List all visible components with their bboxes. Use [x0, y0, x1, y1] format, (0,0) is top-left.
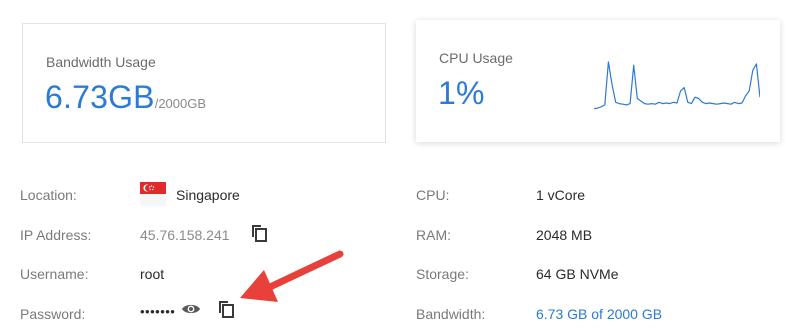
bandwidth-used: 6.73GB [45, 79, 155, 115]
ram-value: 2048 MB [536, 227, 593, 243]
username-value: root [140, 266, 165, 282]
bandwidth-label: Bandwidth: [416, 306, 486, 322]
bandwidth-limit: /2000GB [154, 96, 207, 111]
bandwidth-usage-title: Bandwidth Usage [46, 54, 156, 70]
bandwidth-usage-card: Bandwidth Usage 6.73GB/2000GB [22, 23, 386, 143]
username-label: Username: [20, 266, 89, 282]
password-label: Password: [20, 306, 86, 322]
location-value: Singapore [176, 187, 240, 203]
storage-label: Storage: [416, 266, 469, 282]
cpu-usage-sparkline [594, 61, 760, 110]
cpu-usage-title: CPU Usage [439, 50, 513, 66]
cpu-usage-card: CPU Usage 1% [416, 20, 780, 142]
location-label: Location: [20, 187, 77, 203]
bandwidth-value-link[interactable]: 6.73 GB of 2000 GB [536, 306, 662, 322]
annotation-arrow-icon [240, 250, 344, 302]
bandwidth-usage-value: 6.73GB/2000GB [45, 79, 206, 116]
copy-icon[interactable] [217, 299, 235, 319]
password-value: ••••••• [140, 304, 176, 319]
ram-label: RAM: [416, 227, 451, 243]
cpu-usage-series-line [594, 61, 760, 110]
cpu-label: CPU: [416, 187, 450, 203]
ip-address-label: IP Address: [20, 227, 92, 243]
storage-value: 64 GB NVMe [536, 266, 619, 282]
singapore-flag-icon [140, 182, 166, 206]
copy-icon[interactable] [250, 223, 268, 243]
eye-icon[interactable] [181, 302, 201, 316]
cpu-value: 1 vCore [536, 187, 586, 203]
ip-address-value: 45.76.158.241 [140, 227, 230, 243]
cpu-usage-value: 1% [438, 75, 485, 111]
